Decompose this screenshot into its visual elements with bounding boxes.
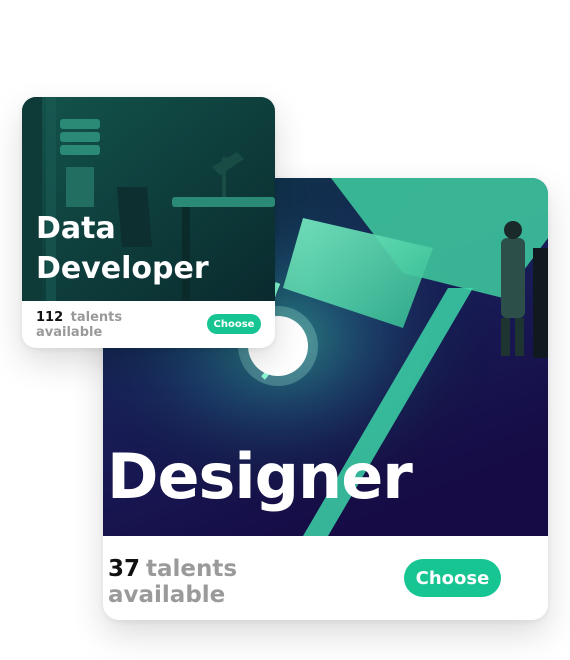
choose-button[interactable]: Choose xyxy=(207,314,261,334)
talent-count-label: talents xyxy=(146,556,238,582)
talent-count-number: 112 xyxy=(36,310,64,325)
card-title-line2: Developer xyxy=(36,251,209,286)
talent-count-label2: available xyxy=(108,582,226,608)
talent-count-label2: available xyxy=(36,325,103,340)
card-title-line1: Data xyxy=(36,211,116,246)
talent-count: 37 talents available xyxy=(108,556,237,608)
data-developer-card[interactable]: Data Developer 112 talents available Choos… xyxy=(22,97,275,348)
talent-count-label: talents xyxy=(70,310,123,325)
talent-count: 112 talents available xyxy=(36,310,122,340)
card-title: Designer xyxy=(107,440,413,513)
talent-count-number: 37 xyxy=(108,556,141,582)
card-title: Data Developer xyxy=(36,209,209,289)
choose-button[interactable]: Choose xyxy=(404,559,501,597)
